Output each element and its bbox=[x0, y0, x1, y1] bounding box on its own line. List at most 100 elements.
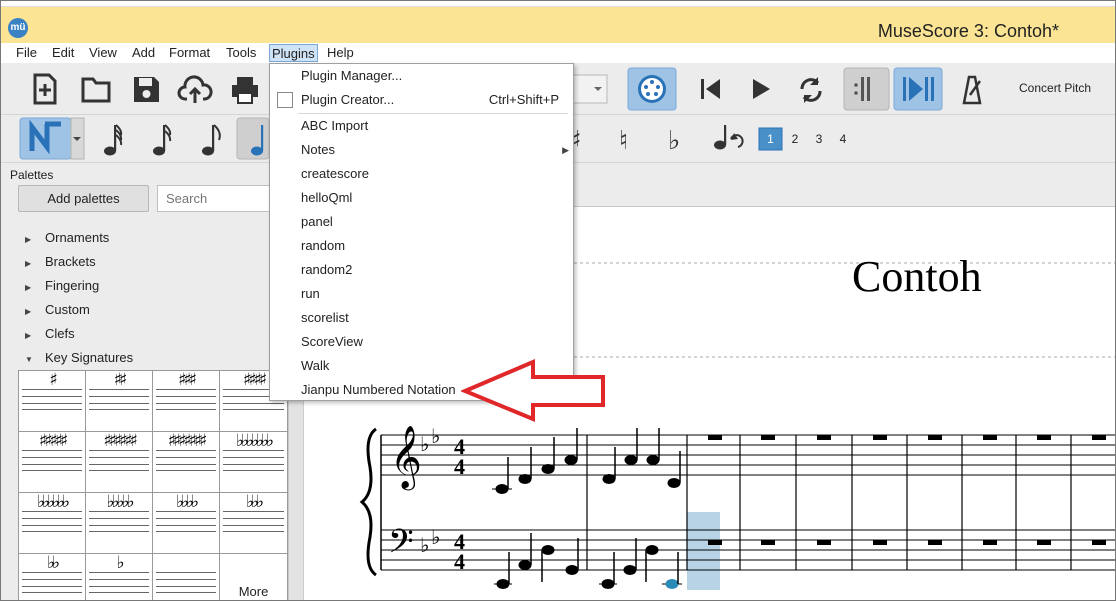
palette-ornaments[interactable]: ▶ Ornaments bbox=[25, 228, 109, 248]
menu-item-random2[interactable]: random2 bbox=[270, 258, 573, 282]
palette-brackets[interactable]: ▶ Brackets bbox=[25, 252, 96, 272]
menu-item-abc-import[interactable]: ABC Import bbox=[270, 114, 573, 138]
bass-key-flat-2: ♭ bbox=[431, 525, 440, 549]
menu-item-shortcut: Ctrl+Shift+P bbox=[488, 92, 559, 107]
voice-4-button[interactable]: 4 bbox=[833, 128, 853, 150]
menu-add[interactable]: Add bbox=[130, 44, 157, 62]
palette-label: Ornaments bbox=[45, 230, 110, 245]
keysig-none[interactable] bbox=[153, 554, 220, 600]
thirtysecond-note-icon[interactable] bbox=[153, 124, 172, 156]
print-icon[interactable] bbox=[232, 77, 258, 104]
palette-label: Custom bbox=[45, 302, 90, 317]
menu-item-helloqml[interactable]: helloQml bbox=[270, 186, 573, 210]
menu-plugins[interactable]: Plugins bbox=[269, 44, 318, 62]
brace bbox=[359, 427, 377, 577]
menu-item-plugin-creator[interactable]: Plugin Creator... Ctrl+Shift+P bbox=[270, 88, 573, 112]
expand-icon: ▶ bbox=[25, 331, 32, 340]
palettes-panel: Palettes Add palettes ▶ Ornaments ▶ Bracke… bbox=[1, 163, 289, 600]
key-signature-grid: ♯ ♯♯ ♯♯♯ ♯♯♯♯ ♯♯♯♯♯ ♯♯♯♯♯♯ ♯♯♯♯♯♯♯ ♭♭♭♭♭… bbox=[18, 370, 288, 600]
musescore-window: mü MuseScore 3: Contoh* File Edit View A… bbox=[0, 0, 1116, 601]
menu-item-label: random2 bbox=[301, 262, 353, 277]
natural-icon[interactable]: ♮ bbox=[619, 126, 628, 156]
bass-clef: 𝄢 bbox=[388, 523, 414, 569]
menu-item-createscore[interactable]: createscore bbox=[270, 162, 573, 186]
menu-view[interactable]: View bbox=[87, 44, 119, 62]
keysig-5-flats[interactable]: ♭♭♭♭♭ bbox=[86, 493, 153, 554]
menu-tools[interactable]: Tools bbox=[224, 44, 258, 62]
palette-custom[interactable]: ▶ Custom bbox=[25, 300, 90, 320]
add-palettes-button[interactable]: Add palettes bbox=[18, 185, 149, 212]
rewind-icon[interactable] bbox=[701, 79, 720, 99]
keysig-5-sharps[interactable]: ♯♯♯♯♯ bbox=[19, 432, 86, 493]
menu-help[interactable]: Help bbox=[325, 44, 356, 62]
palette-fingering[interactable]: ▶ Fingering bbox=[25, 276, 99, 296]
keysig-6-sharps[interactable]: ♯♯♯♯♯♯ bbox=[86, 432, 153, 493]
flip-direction-icon[interactable] bbox=[714, 125, 744, 150]
menu-item-notes[interactable]: Notes ▶ bbox=[270, 138, 573, 162]
expand-icon: ▶ bbox=[25, 259, 32, 268]
menu-item-label: Notes bbox=[301, 142, 335, 157]
voice-3-button[interactable]: 3 bbox=[809, 128, 829, 150]
open-folder-icon[interactable] bbox=[81, 77, 111, 103]
voice-2-button[interactable]: 2 bbox=[785, 128, 805, 150]
play-icon[interactable] bbox=[753, 79, 770, 99]
palette-label: Clefs bbox=[45, 326, 75, 341]
checkbox-icon[interactable] bbox=[277, 92, 293, 108]
loop-in-button[interactable] bbox=[843, 67, 890, 111]
menu-item-scorelist[interactable]: scorelist bbox=[270, 306, 573, 330]
palette-label: Key Signatures bbox=[45, 350, 134, 365]
new-file-icon[interactable] bbox=[33, 73, 57, 105]
keysig-3-flats[interactable]: ♭♭♭ bbox=[220, 493, 287, 554]
menu-file[interactable]: File bbox=[14, 44, 39, 62]
concert-pitch-toggle[interactable]: Concert Pitch bbox=[1019, 81, 1091, 95]
treble-key-flat-1: ♭ bbox=[420, 432, 429, 456]
menu-item-scoreview[interactable]: ScoreView bbox=[270, 330, 573, 354]
menu-format[interactable]: Format bbox=[167, 44, 212, 62]
expand-icon: ▶ bbox=[25, 283, 32, 292]
keysig-7-flats[interactable]: ♭♭♭♭♭♭♭ bbox=[220, 432, 287, 493]
treble-clef: 𝄞 bbox=[390, 425, 422, 491]
menu-item-label: Plugin Creator... bbox=[301, 92, 395, 107]
palette-key-signatures[interactable]: ▼ Key Signatures bbox=[25, 348, 133, 368]
menu-edit[interactable]: Edit bbox=[50, 44, 76, 62]
keysig-2-sharps[interactable]: ♯♯ bbox=[86, 371, 153, 432]
annotation-arrow-icon bbox=[461, 359, 605, 422]
save-icon[interactable] bbox=[134, 77, 159, 102]
keysig-1-sharp[interactable]: ♯ bbox=[19, 371, 86, 432]
more-label: More bbox=[238, 584, 269, 599]
keysig-7-sharps[interactable]: ♯♯♯♯♯♯♯ bbox=[153, 432, 220, 493]
voice-1-button[interactable]: 1 bbox=[759, 128, 782, 150]
menu-item-label: Plugin Manager... bbox=[301, 68, 403, 83]
menu-item-plugin-manager[interactable]: Plugin Manager... bbox=[270, 64, 573, 88]
menu-item-run[interactable]: run bbox=[270, 282, 573, 306]
expand-icon: ▶ bbox=[25, 235, 32, 244]
bass-staff bbox=[381, 529, 1115, 571]
sixtyfourth-note-icon[interactable] bbox=[104, 124, 123, 156]
palettes-title: Palettes bbox=[10, 168, 54, 182]
menu-item-label: ABC Import bbox=[301, 118, 369, 133]
menu-item-label: Walk bbox=[301, 358, 330, 373]
keysig-4-flats[interactable]: ♭♭♭♭ bbox=[153, 493, 220, 554]
cloud-upload-icon[interactable] bbox=[177, 75, 213, 103]
keysig-1-flat[interactable]: ♭ bbox=[86, 554, 153, 600]
flat-icon[interactable]: ♭ bbox=[668, 126, 680, 156]
loop-icon[interactable] bbox=[800, 77, 822, 103]
selection-highlight bbox=[687, 512, 720, 590]
palette-clefs[interactable]: ▶ Clefs bbox=[25, 324, 75, 344]
palette-label: Fingering bbox=[45, 278, 100, 293]
palette-search-input[interactable] bbox=[157, 185, 282, 212]
menu-item-panel[interactable]: panel bbox=[270, 210, 573, 234]
keysig-2-flats[interactable]: ♭♭ bbox=[19, 554, 86, 600]
keysig-6-flats[interactable]: ♭♭♭♭♭♭ bbox=[19, 493, 86, 554]
sixteenth-note-icon[interactable] bbox=[202, 124, 221, 156]
menu-item-label: scorelist bbox=[301, 310, 349, 325]
metronome-icon[interactable] bbox=[962, 75, 982, 105]
keysig-3-sharps[interactable]: ♯♯♯ bbox=[153, 371, 220, 432]
keysig-more-button[interactable]: More bbox=[220, 554, 287, 600]
menu-item-label: Jianpu Numbered Notation bbox=[301, 382, 456, 397]
treble-notes bbox=[492, 428, 681, 494]
bass-key-flat-1: ♭ bbox=[420, 533, 429, 557]
menu-item-label: createscore bbox=[301, 166, 369, 181]
menu-item-random[interactable]: random bbox=[270, 234, 573, 258]
zoom-dropdown[interactable] bbox=[572, 74, 608, 104]
